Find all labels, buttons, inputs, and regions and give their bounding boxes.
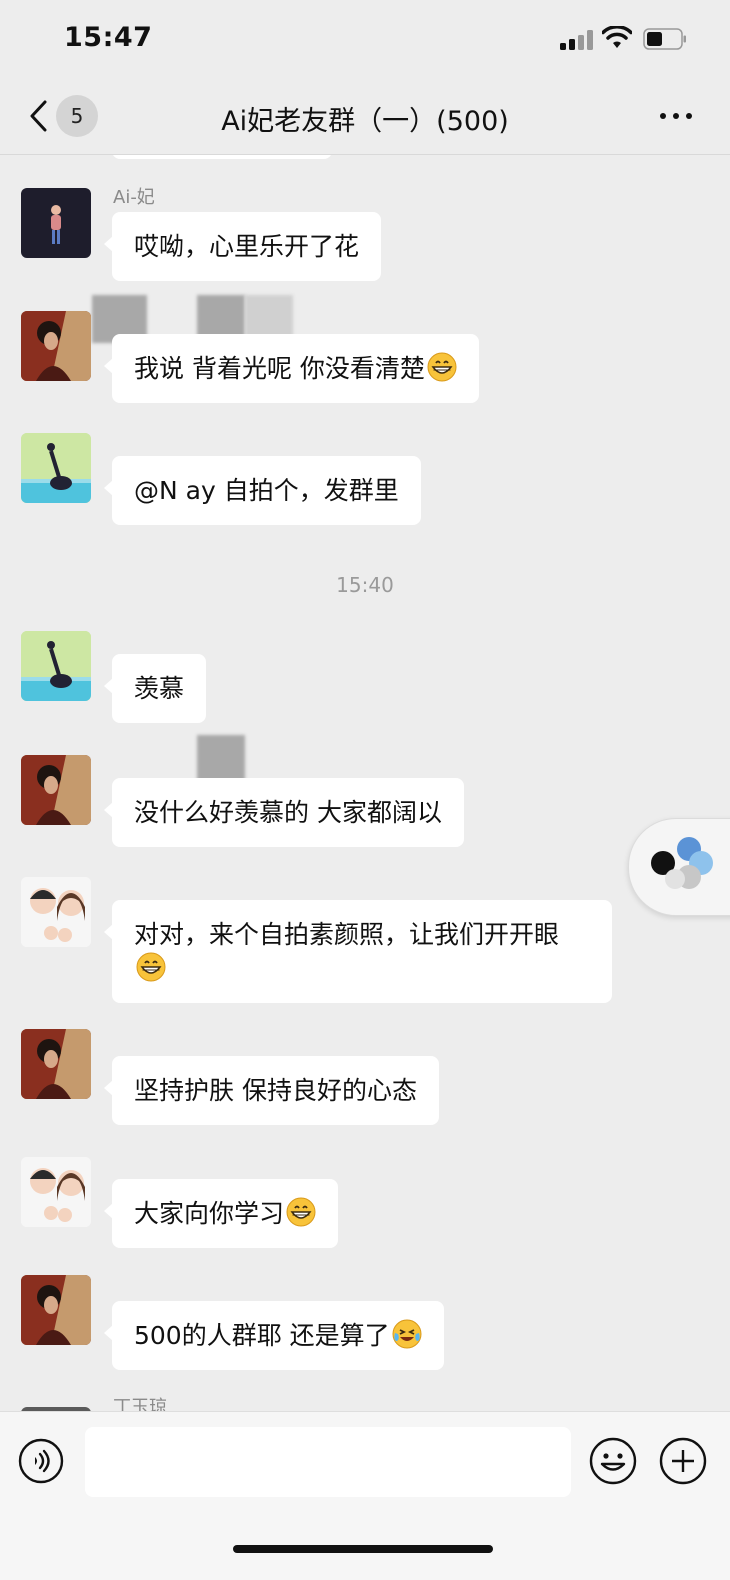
avatar[interactable] bbox=[21, 1157, 91, 1227]
avatar[interactable] bbox=[21, 1275, 91, 1345]
laugh-tears-emoji-icon bbox=[392, 1319, 422, 1349]
message-text: 500的人群耶 还是算了 bbox=[134, 1321, 390, 1350]
message-bubble[interactable]: 坚持护肤 保持良好的心态 bbox=[104, 1056, 439, 1125]
message-bubble[interactable]: @N ay 自拍个，发群里 bbox=[104, 456, 421, 525]
message-bubble[interactable]: 哎呦，心里乐开了花 bbox=[103, 212, 382, 281]
previous-message-bubble bbox=[112, 155, 332, 159]
message-text: @N ay 自拍个，发群里 bbox=[134, 476, 399, 505]
input-bar bbox=[0, 1411, 730, 1580]
avatar[interactable] bbox=[21, 433, 91, 503]
sender-name: Ai-妃 bbox=[113, 187, 155, 208]
message-text: 坚持护肤 保持良好的心态 bbox=[134, 1076, 417, 1105]
battery-icon bbox=[643, 28, 686, 50]
avatar[interactable] bbox=[21, 311, 91, 381]
message-text: 我说 背着光呢 你没看清楚 bbox=[134, 354, 425, 383]
message-bubble[interactable]: 对对，来个自拍素颜照，让我们开开眼 bbox=[104, 900, 612, 1003]
message-text: 羡慕 bbox=[134, 674, 185, 703]
message-bubble[interactable]: 大家向你学习 bbox=[103, 1179, 339, 1248]
avatar[interactable] bbox=[21, 1029, 91, 1099]
avatar[interactable] bbox=[21, 631, 91, 701]
floating-widget-icon bbox=[651, 837, 713, 889]
chat-header: 5 Ai妃老友群（一）(500) bbox=[0, 80, 730, 155]
message-input[interactable] bbox=[85, 1427, 571, 1497]
avatar[interactable] bbox=[21, 877, 91, 947]
message-bubble[interactable]: 我说 背着光呢 你没看清楚 bbox=[104, 334, 479, 403]
plus-icon[interactable] bbox=[659, 1437, 707, 1485]
home-indicator[interactable] bbox=[233, 1545, 493, 1553]
floating-mini-program-button[interactable] bbox=[628, 818, 730, 916]
signal-icon bbox=[560, 30, 594, 50]
grin-emoji-icon bbox=[427, 352, 457, 382]
sender-name: 丁玉琼 bbox=[113, 1397, 167, 1411]
status-time: 15:47 bbox=[64, 22, 153, 53]
more-dots-icon[interactable] bbox=[656, 108, 696, 124]
avatar[interactable] bbox=[21, 188, 91, 258]
unread-count-badge[interactable]: 5 bbox=[56, 95, 98, 137]
avatar[interactable] bbox=[21, 755, 91, 825]
grin-emoji-icon bbox=[286, 1197, 316, 1227]
redacted-name bbox=[197, 735, 245, 783]
status-bar: 15:47 bbox=[0, 0, 730, 80]
message-bubble[interactable]: 没什么好羡慕的 大家都阔以 bbox=[104, 778, 464, 847]
message-bubble[interactable]: 羡慕 bbox=[103, 654, 207, 723]
message-text: 没什么好羡慕的 大家都阔以 bbox=[134, 798, 442, 827]
chat-title: Ai妃老友群（一）(500) bbox=[221, 106, 509, 137]
message-text: 哎呦，心里乐开了花 bbox=[134, 232, 360, 261]
grin-emoji-icon bbox=[136, 952, 166, 982]
chevron-left-icon[interactable] bbox=[26, 96, 52, 136]
wifi-icon bbox=[602, 26, 632, 48]
smiley-icon[interactable] bbox=[589, 1437, 637, 1485]
message-text: 对对，来个自拍素颜照，让我们开开眼 bbox=[134, 920, 560, 949]
message-list[interactable]: Ai-妃 哎呦，心里乐开了花 我说 背着光呢 你没看清楚 @N ay 自拍个，发… bbox=[0, 155, 730, 1411]
message-text: 大家向你学习 bbox=[134, 1199, 285, 1228]
timestamp: 15:40 bbox=[336, 573, 394, 597]
voice-icon[interactable] bbox=[18, 1438, 64, 1484]
message-bubble[interactable]: 500的人群耶 还是算了 bbox=[104, 1301, 444, 1370]
